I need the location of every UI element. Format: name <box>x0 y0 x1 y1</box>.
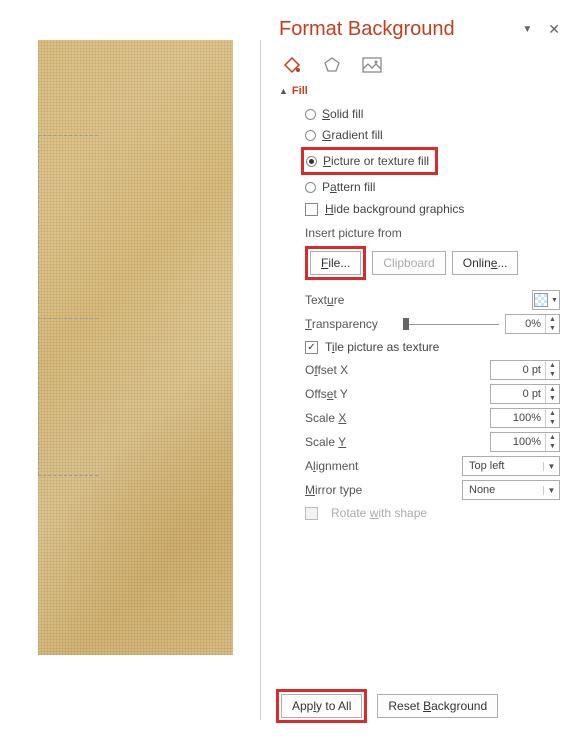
offset-x-spinner[interactable]: 0 pt ▲▼ <box>490 360 560 380</box>
rotate-checkbox: Rotate with shape <box>305 506 560 520</box>
checkbox-label: Hide background graphics <box>325 202 464 216</box>
transparency-spinner[interactable]: 0% ▲▼ <box>505 314 560 334</box>
format-background-panel: Format Background ▼ ✕ ▲ Fill Solid fill <box>261 0 575 739</box>
radio-gradient-fill[interactable]: Gradient fill <box>305 126 560 144</box>
transparency-label: Transparency <box>305 317 397 331</box>
mirror-label: Mirror type <box>305 483 391 497</box>
close-icon[interactable]: ✕ <box>548 21 560 38</box>
panel-title: Format Background <box>279 18 455 41</box>
alignment-label: Alignment <box>305 459 391 473</box>
scale-y-label: Scale Y <box>305 435 391 449</box>
offset-y-label: Offset Y <box>305 387 391 401</box>
radio-picture-fill[interactable]: Picture or texture fill <box>323 154 429 168</box>
offset-x-label: Offset X <box>305 363 391 377</box>
fill-section-header[interactable]: ▲ Fill <box>279 85 560 97</box>
picture-icon[interactable] <box>361 55 383 75</box>
file-button[interactable]: File... <box>310 251 361 275</box>
checkbox-icon <box>305 507 318 520</box>
apply-to-all-button[interactable]: Apply to All <box>281 694 362 718</box>
alignment-dropdown[interactable]: Top left ▼ <box>462 456 560 476</box>
checkbox-icon <box>305 341 318 354</box>
chevron-down-icon: ▼ <box>543 462 559 471</box>
radio-icon <box>306 156 317 167</box>
checkbox-icon <box>305 203 318 216</box>
checkbox-label: Rotate with shape <box>331 506 427 520</box>
scale-y-spinner[interactable]: 100% ▲▼ <box>490 432 560 452</box>
online-button[interactable]: Online... <box>452 251 519 275</box>
category-icons <box>281 55 560 75</box>
scale-x-label: Scale X <box>305 411 391 425</box>
scale-x-spinner[interactable]: 100% ▲▼ <box>490 408 560 428</box>
mirror-dropdown[interactable]: None ▼ <box>462 480 560 500</box>
texture-picker[interactable]: ▼ <box>532 290 560 310</box>
chevron-down-icon: ▼ <box>551 297 558 304</box>
texture-swatch-icon <box>534 293 548 307</box>
radio-label: Solid fill <box>322 107 363 121</box>
insert-picture-label: Insert picture from <box>305 226 560 240</box>
radio-pattern-fill[interactable]: Pattern fill <box>305 178 560 196</box>
bucket-icon[interactable] <box>281 55 303 75</box>
radio-solid-fill[interactable]: Solid fill <box>305 105 560 123</box>
pentagon-icon[interactable] <box>321 55 343 75</box>
slide-texture-preview <box>38 40 233 655</box>
radio-label: Pattern fill <box>322 180 375 194</box>
hide-background-checkbox[interactable]: Hide background graphics <box>305 202 560 216</box>
texture-label: Texture <box>305 293 397 307</box>
offset-y-spinner[interactable]: 0 pt ▲▼ <box>490 384 560 404</box>
radio-icon <box>305 182 316 193</box>
panel-menu-dropdown-icon[interactable]: ▼ <box>522 24 532 35</box>
tile-checkbox[interactable]: Tile picture as texture <box>305 340 560 354</box>
slide-preview-pane <box>0 0 260 739</box>
checkbox-label: Tile picture as texture <box>325 340 439 354</box>
chevron-down-icon: ▼ <box>543 486 559 495</box>
caret-down-icon: ▲ <box>279 86 288 96</box>
transparency-slider[interactable] <box>403 322 499 326</box>
radio-label: Gradient fill <box>322 128 383 142</box>
clipboard-button: Clipboard <box>372 251 445 275</box>
reset-background-button[interactable]: Reset Background <box>377 694 498 718</box>
radio-icon <box>305 109 316 120</box>
radio-icon <box>305 130 316 141</box>
